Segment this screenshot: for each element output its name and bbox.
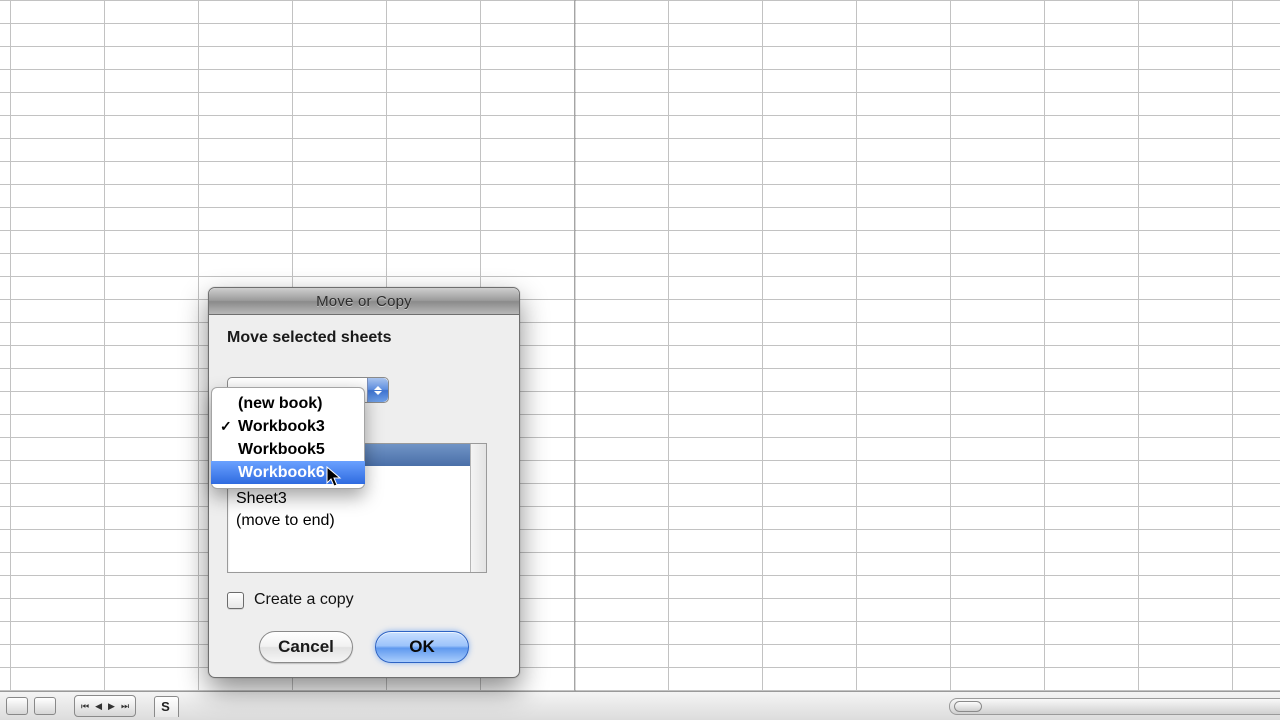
list-item[interactable]: Sheet3 <box>228 488 486 510</box>
normal-view-button[interactable] <box>6 697 28 715</box>
dropdown-item-workbook6[interactable]: Workbook6 <box>211 461 365 484</box>
horizontal-scrollbar[interactable] <box>949 698 1280 715</box>
column-divider <box>574 0 576 720</box>
sheet-tab-bar: ⏮ ◀ ▶ ⏭ S <box>0 691 1280 720</box>
dialog-title: Move or Copy <box>209 288 519 315</box>
create-a-copy-label: Create a copy <box>254 591 354 609</box>
ok-button[interactable]: OK <box>375 631 469 663</box>
sheet-tab[interactable]: S <box>154 696 179 717</box>
create-a-copy-checkbox[interactable] <box>227 592 244 609</box>
to-book-dropdown-menu[interactable]: (new book) Workbook3 Workbook5 Workbook6 <box>211 387 365 489</box>
cancel-button[interactable]: Cancel <box>259 631 353 663</box>
page-layout-view-button[interactable] <box>34 697 56 715</box>
sheet-nav-cluster: ⏮ ◀ ▶ ⏭ <box>74 695 136 717</box>
nav-next-icon[interactable]: ▶ <box>108 702 115 711</box>
dropdown-item-workbook3[interactable]: Workbook3 <box>212 415 364 438</box>
spreadsheet-grid <box>0 0 1280 720</box>
nav-first-icon[interactable]: ⏮ <box>81 702 89 711</box>
move-selected-sheets-label: Move selected sheets <box>227 329 501 347</box>
dropdown-item-workbook5[interactable]: Workbook5 <box>212 438 364 461</box>
create-a-copy-row: Create a copy <box>227 591 501 609</box>
select-arrows-icon <box>367 378 388 402</box>
dialog-button-row: Cancel OK <box>227 631 501 663</box>
list-item[interactable]: (move to end) <box>228 510 486 532</box>
dropdown-item-new-book[interactable]: (new book) <box>212 392 364 415</box>
nav-last-icon[interactable]: ⏭ <box>121 702 129 711</box>
nav-prev-icon[interactable]: ◀ <box>95 702 102 711</box>
list-scrollbar[interactable] <box>470 444 486 572</box>
